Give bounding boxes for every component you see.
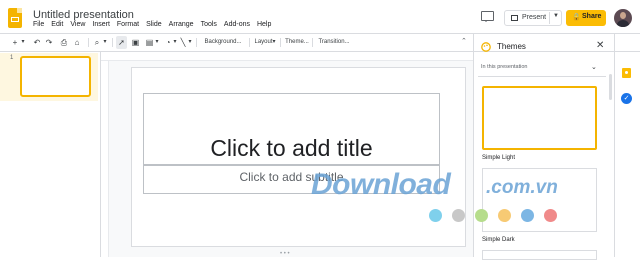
menu-slide[interactable]: Slide bbox=[146, 21, 162, 28]
toolbar-divider bbox=[280, 38, 281, 47]
theme-source-underline bbox=[478, 76, 606, 77]
zoom-icon[interactable]: ⌕ bbox=[92, 36, 102, 49]
watermark-dot bbox=[475, 209, 488, 222]
watermark-suffix: .com.vn bbox=[486, 177, 558, 198]
watermark-dot bbox=[452, 209, 465, 222]
themes-panel-border bbox=[473, 34, 474, 257]
menu-format[interactable]: Format bbox=[117, 21, 139, 28]
present-icon bbox=[511, 15, 518, 21]
toolbar-divider bbox=[196, 38, 197, 47]
side-panel-border bbox=[614, 34, 615, 257]
image-dropdown-icon[interactable]: ▾ bbox=[154, 36, 160, 49]
theme-label: Simple Light bbox=[482, 155, 516, 161]
menu-help[interactable]: Help bbox=[257, 21, 271, 28]
vertical-ruler bbox=[101, 61, 109, 257]
print-icon[interactable]: ⎙ bbox=[58, 36, 70, 49]
background-button[interactable]: Background... bbox=[201, 36, 245, 49]
menu-insert[interactable]: Insert bbox=[92, 21, 110, 28]
present-label: Present bbox=[522, 14, 547, 21]
keep-icon[interactable] bbox=[622, 68, 631, 78]
menu-view[interactable]: View bbox=[70, 21, 85, 28]
theme-card-next[interactable] bbox=[482, 250, 597, 260]
undo-icon[interactable]: ↶ bbox=[32, 36, 42, 49]
present-button[interactable]: Present ▼ bbox=[504, 10, 562, 26]
transition-button[interactable]: Transition... bbox=[316, 36, 352, 49]
layout-button[interactable]: Layout▾ bbox=[253, 36, 277, 49]
comment-history-icon[interactable] bbox=[481, 11, 494, 22]
slide-thumbnail[interactable] bbox=[20, 56, 91, 97]
close-icon[interactable]: ✕ bbox=[596, 40, 604, 51]
tasks-icon[interactable]: ✓ bbox=[621, 93, 632, 104]
menu-file[interactable]: File bbox=[33, 21, 44, 28]
redo-icon[interactable]: ↷ bbox=[44, 36, 54, 49]
slides-logo[interactable] bbox=[8, 8, 22, 28]
palette-icon bbox=[481, 42, 491, 52]
chevron-down-icon[interactable]: ⌄ bbox=[591, 63, 597, 71]
theme-label: Simple Dark bbox=[482, 237, 515, 243]
watermark-logo: Download bbox=[311, 168, 451, 201]
menu-arrange[interactable]: Arrange bbox=[169, 21, 194, 28]
new-slide-icon[interactable]: + bbox=[10, 36, 20, 49]
document-title[interactable]: Untitled presentation bbox=[33, 9, 134, 21]
themes-scrollbar[interactable] bbox=[609, 74, 612, 100]
line-dropdown-icon[interactable]: ▾ bbox=[187, 36, 193, 49]
themes-panel-title: Themes bbox=[497, 42, 526, 51]
speaker-notes-handle[interactable]: • • • bbox=[280, 251, 290, 257]
paint-format-icon[interactable]: ⌂ bbox=[72, 36, 82, 49]
lock-icon: 🔒 bbox=[572, 14, 581, 21]
toolbar-divider bbox=[312, 38, 313, 47]
menu-edit[interactable]: Edit bbox=[51, 21, 63, 28]
theme-source-dropdown[interactable]: In this presentation bbox=[481, 64, 527, 70]
present-dropdown-icon[interactable]: ▼ bbox=[553, 13, 559, 19]
theme-card-simple-light[interactable] bbox=[482, 86, 597, 150]
menu-bar: File Edit View Insert Format Slide Arran… bbox=[33, 21, 271, 28]
title-placeholder-text[interactable]: Click to add title bbox=[143, 135, 440, 162]
zoom-dropdown-icon[interactable]: ▾ bbox=[102, 36, 108, 49]
menu-tools[interactable]: Tools bbox=[201, 21, 217, 28]
present-divider bbox=[549, 12, 550, 24]
slide-number: 1 bbox=[10, 55, 14, 61]
toolbar-divider bbox=[112, 38, 113, 47]
share-button[interactable]: 🔒 Share bbox=[566, 10, 606, 26]
watermark-dot bbox=[521, 209, 534, 222]
share-label: Share bbox=[582, 13, 602, 20]
collapse-toolbar-icon[interactable]: ⌃ bbox=[461, 37, 467, 45]
text-box-icon[interactable]: ▣ bbox=[130, 36, 141, 49]
select-cursor-icon[interactable]: ➚ bbox=[116, 36, 127, 49]
toolbar-divider bbox=[88, 38, 89, 47]
toolbar: + ▾ ↶ ↷ ⎙ ⌂ ⌕ ▾ ➚ ▣ ▤ ▾ ◔ ▾ ╲ ▾ Backgrou… bbox=[8, 36, 472, 49]
header-divider bbox=[0, 33, 640, 34]
horizontal-ruler bbox=[101, 52, 473, 61]
menu-addons[interactable]: Add-ons bbox=[224, 21, 250, 28]
watermark-dot bbox=[498, 209, 511, 222]
watermark-dot bbox=[544, 209, 557, 222]
watermark-dot bbox=[429, 209, 442, 222]
toolbar-divider bbox=[249, 38, 250, 47]
new-slide-dropdown-icon[interactable]: ▾ bbox=[20, 36, 26, 49]
theme-button[interactable]: Theme... bbox=[284, 36, 310, 49]
account-avatar[interactable] bbox=[614, 9, 632, 27]
